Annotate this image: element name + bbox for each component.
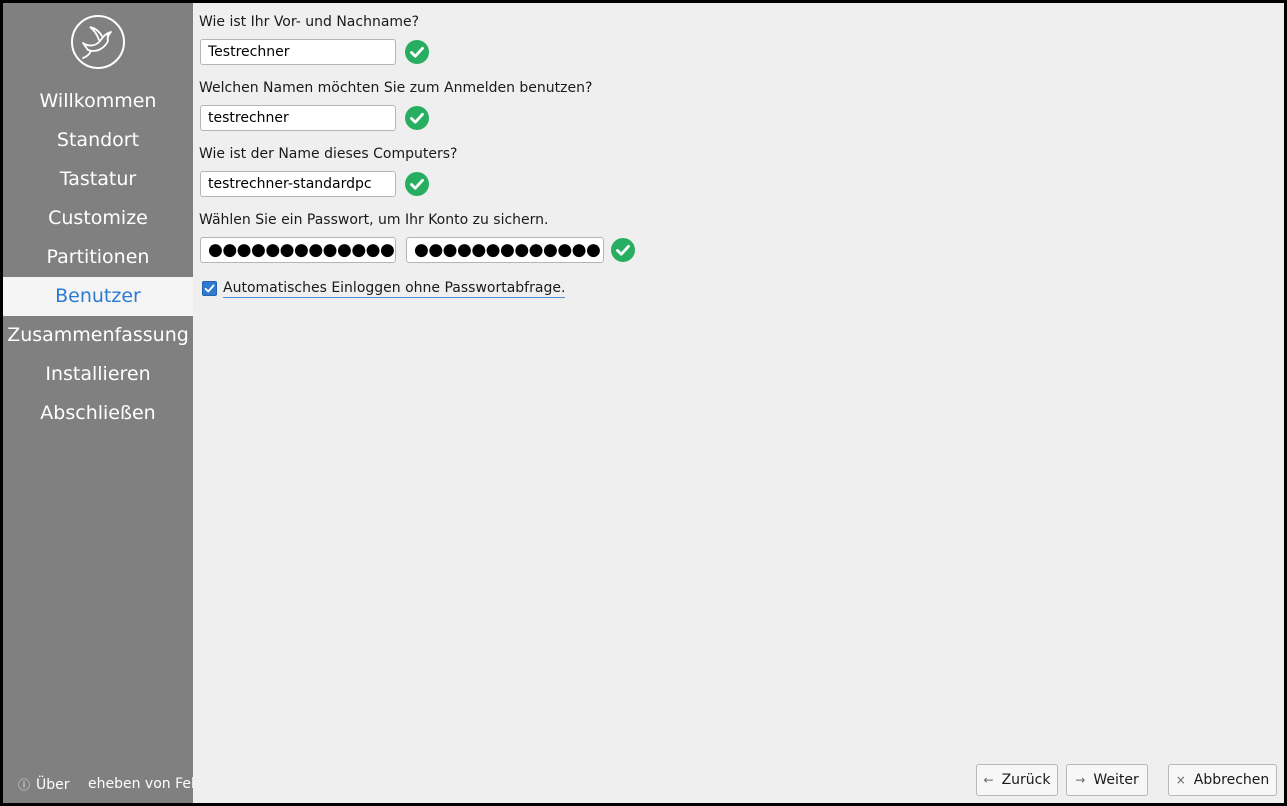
debug-button[interactable]: eheben von Feh — [88, 776, 193, 792]
fullname-valid-check-icon — [405, 40, 429, 64]
about-button[interactable]: ⓘ Über — [18, 776, 70, 793]
password-valid-check-icon — [611, 238, 635, 262]
sidebar-item-willkommen: Willkommen — [39, 90, 157, 112]
password-input[interactable]: ●●●●●●●●●●●●● — [200, 237, 396, 263]
password-confirm-input[interactable]: ●●●●●●●●●●●●● — [406, 237, 604, 263]
back-label: Zurück — [1001, 772, 1051, 788]
arrow-right-icon: → — [1075, 773, 1086, 787]
sidebar-item-partitionen: Partitionen — [46, 246, 150, 268]
checkmark-icon — [204, 284, 215, 293]
username-question: Welchen Namen möchten Sie zum Anmelden b… — [199, 80, 593, 96]
autologin-checkbox[interactable] — [202, 281, 217, 296]
next-label: Weiter — [1093, 772, 1139, 788]
sidebar-footer: ⓘ Über eheben von Feh — [3, 773, 193, 797]
back-button[interactable]: ← Zurück — [976, 764, 1058, 796]
sidebar-item-tastatur: Tastatur — [59, 168, 137, 190]
info-icon: ⓘ — [18, 778, 31, 792]
installer-window: Willkommen Standort Tastatur Customize P… — [3, 3, 1284, 803]
sidebar-item-standort: Standort — [56, 129, 140, 151]
hostname-question: Wie ist der Name dieses Computers? — [199, 146, 458, 162]
hostname-input[interactable]: testrechner-standardpc — [200, 171, 396, 197]
sidebar-item-installieren: Installieren — [45, 363, 151, 385]
bird-logo-icon — [69, 13, 127, 71]
username-input[interactable]: testrechner — [200, 105, 396, 131]
next-button[interactable]: → Weiter — [1066, 764, 1148, 796]
sidebar-item-benutzer: Benutzer — [3, 277, 193, 316]
hostname-valid-check-icon — [405, 172, 429, 196]
sidebar-item-zusammenfassung: Zusammenfassung — [7, 324, 189, 346]
username-valid-check-icon — [405, 106, 429, 130]
fullname-input[interactable]: Testrechner — [200, 39, 396, 65]
autologin-label[interactable]: Automatisches Einloggen ohne Passwortabf… — [223, 280, 566, 298]
sidebar: Willkommen Standort Tastatur Customize P… — [3, 3, 193, 803]
sidebar-item-abschliessen: Abschließen — [40, 402, 156, 424]
sidebar-item-customize: Customize — [48, 207, 148, 229]
cancel-button[interactable]: × Abbrechen — [1168, 764, 1277, 796]
about-label: Über — [36, 777, 70, 793]
arrow-left-icon: ← — [983, 773, 994, 787]
close-icon: × — [1175, 773, 1186, 787]
debug-label: eheben von Feh — [88, 776, 193, 792]
fullname-question: Wie ist Ihr Vor- und Nachname? — [199, 14, 420, 30]
cancel-label: Abbrechen — [1193, 772, 1270, 788]
password-question: Wählen Sie ein Passwort, um Ihr Konto zu… — [199, 212, 549, 228]
users-page: Wie ist Ihr Vor- und Nachname? Testrechn… — [193, 3, 1284, 803]
